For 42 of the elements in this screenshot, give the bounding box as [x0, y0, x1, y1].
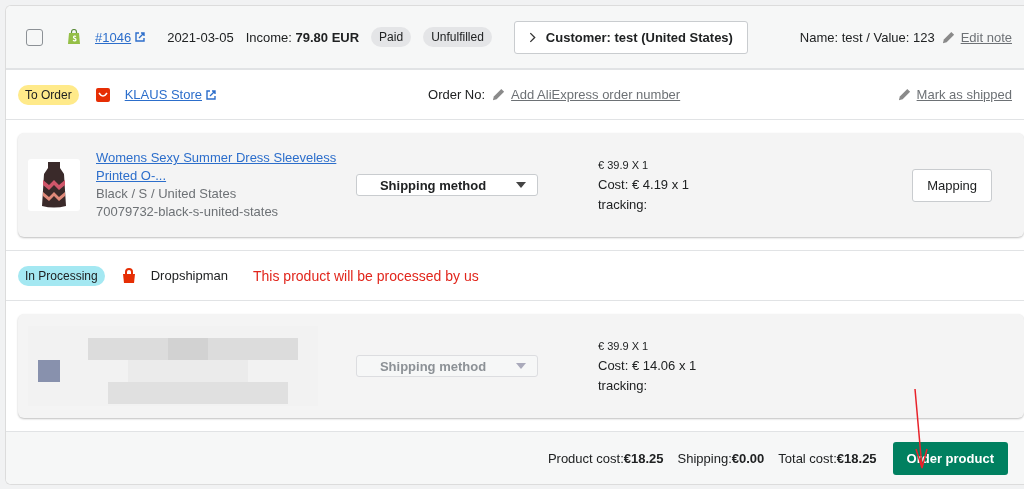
store-icon [94, 86, 111, 103]
status-badge: In Processing [18, 265, 105, 286]
store-link[interactable]: KLAUS Store [124, 87, 202, 102]
external-link-icon [135, 32, 146, 42]
total-text: Product cost:€18.25 [547, 450, 664, 466]
checkbox[interactable] [26, 28, 43, 46]
cost-text: Cost: € 4.19 x 1 [598, 176, 690, 194]
pencil-icon [491, 87, 507, 102]
pencil-icon [896, 87, 912, 102]
variant-text: Black / S / United States [96, 185, 238, 203]
info-message: This product will be processed by us [253, 267, 479, 284]
total-text: Total cost:€18.25 [778, 450, 877, 466]
external-link-icon [206, 89, 216, 100]
note-text: Name: test / Value: 123 [799, 29, 935, 45]
pencil-icon [940, 29, 956, 45]
order-date: 2021-03-05 [167, 29, 234, 45]
cost-text: Cost: € 14.06 x 1 [598, 357, 697, 375]
tracking-label: tracking: [598, 377, 649, 395]
mark-shipped-link[interactable]: Mark as shipped [916, 87, 1012, 102]
add-order-number-link[interactable]: Add AliExpress order number [511, 87, 681, 102]
status-badge: Unfulfilled [423, 27, 492, 47]
shopping-bag-icon [120, 267, 137, 284]
price-text: € 39.9 X 1 [598, 158, 650, 173]
shopping-bag-icon [67, 29, 81, 45]
caret-down-icon [516, 182, 527, 188]
edit-note-link[interactable]: Edit note [960, 29, 1012, 45]
income-text: Income: 79.80 EUR [245, 29, 360, 45]
mapping-button[interactable]: Mapping [912, 168, 992, 202]
order-number-label: Order No: [428, 87, 486, 102]
status-badge: Paid [371, 27, 412, 47]
status-badge: To Order [18, 84, 79, 105]
total-text: Shipping:€0.00 [677, 450, 765, 466]
price-text: € 39.9 X 1 [598, 339, 650, 354]
caret-down-icon [516, 363, 527, 369]
customer-button[interactable]: Customer: test (United States) [513, 20, 748, 54]
shipping-method-select[interactable]: Shipping method [356, 174, 538, 196]
chevron-right-icon [528, 31, 536, 43]
sku-text: 70079732-black-s-united-states [96, 203, 280, 221]
order-number-link[interactable]: #1046 [95, 29, 132, 45]
tracking-label: tracking: [598, 196, 649, 214]
product-title-link[interactable]: Womens Sexy Summer Dress Sleeveless Printed O-... [96, 149, 337, 185]
store-name: Dropshipman [150, 268, 229, 283]
